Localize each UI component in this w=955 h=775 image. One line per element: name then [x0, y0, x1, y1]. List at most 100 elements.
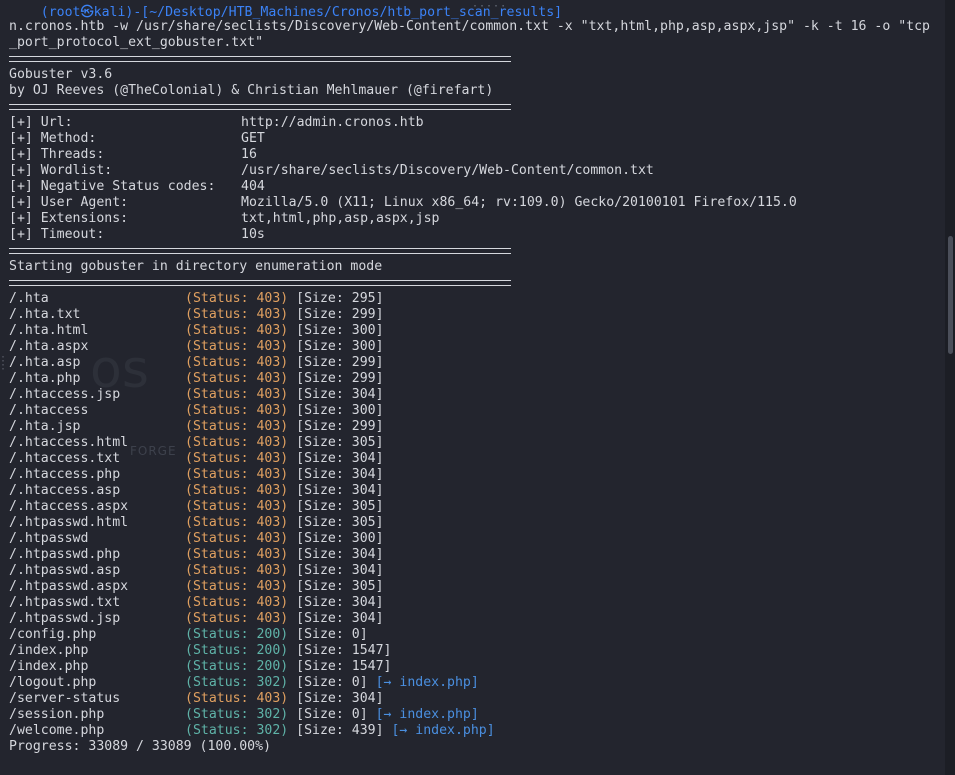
result-size: [Size: 305]: [296, 435, 384, 450]
result-row: /config.php (Status: 200) [Size: 0]: [9, 627, 368, 643]
config-row: [+] Method: GET: [9, 131, 265, 147]
result-row: /logout.php (Status: 302) [Size: 0] [→ in…: [9, 675, 479, 691]
drag-handle[interactable]: · · · ·: [0, 353, 6, 375]
result-row: /.htpasswd.txt (Status: 403) [Size: 304]: [9, 595, 384, 611]
result-size: [Size: 304]: [296, 691, 384, 706]
result-size: [Size: 299]: [296, 355, 384, 370]
result-size: [Size: 304]: [296, 563, 384, 578]
result-status: (Status: 302): [185, 675, 289, 690]
config-label: [+] Negative Status codes:: [9, 179, 216, 194]
result-row: /.htaccess (Status: 403) [Size: 300]: [9, 403, 384, 419]
result-size: [Size: 300]: [296, 323, 384, 338]
command-line-1: n.cronos.htb -w /usr/share/seclists/Disc…: [9, 19, 930, 34]
config-value: 10s: [241, 227, 265, 242]
result-size: [Size: 304]: [296, 483, 384, 498]
background-watermark: FORGE: [130, 444, 177, 458]
result-row: /.htpasswd.jsp (Status: 403) [Size: 304]: [9, 611, 384, 627]
result-status: (Status: 403): [185, 419, 289, 434]
config-value: 404: [241, 179, 265, 194]
config-value: http://admin.cronos.htb: [241, 115, 424, 130]
result-status: (Status: 403): [185, 499, 289, 514]
config-row: [+] Wordlist: /usr/share/seclists/Discove…: [9, 163, 654, 179]
config-label: [+] Url:: [9, 115, 73, 130]
result-row: /.hta.asp (Status: 403) [Size: 299]: [9, 355, 384, 371]
scrollbar-thumb[interactable]: [948, 236, 953, 354]
config-row: [+] Url: http://admin.cronos.htb: [9, 115, 424, 131]
result-row: /.htpasswd (Status: 403) [Size: 300]: [9, 531, 384, 547]
result-row: /welcome.php (Status: 302) [Size: 439] [→…: [9, 723, 495, 739]
result-status: (Status: 403): [185, 595, 289, 610]
result-row: /session.php (Status: 302) [Size: 0] [→ i…: [9, 707, 479, 723]
config-value: /usr/share/seclists/Discovery/Web-Conten…: [241, 163, 654, 178]
scrollbar[interactable]: [945, 0, 955, 775]
result-status: (Status: 403): [185, 307, 289, 322]
result-row: /.hta.txt (Status: 403) [Size: 299]: [9, 307, 384, 323]
result-path: /.hta: [9, 291, 49, 306]
terminal-output[interactable]: (root㉿kali)-[~/Desktop/HTB_Machines/Cron…: [0, 0, 945, 775]
result-row: /.hta.aspx (Status: 403) [Size: 300]: [9, 339, 384, 355]
config-value: GET: [241, 131, 265, 146]
result-status: (Status: 200): [185, 659, 289, 674]
config-row: [+] Timeout: 10s: [9, 227, 265, 243]
result-path: /index.php: [9, 659, 89, 674]
separator: [9, 248, 511, 254]
result-row: /.htpasswd.aspx (Status: 403) [Size: 305]: [9, 579, 384, 595]
result-status: (Status: 403): [185, 691, 289, 706]
result-path: /server-status: [9, 691, 121, 706]
result-row: /.htaccess.asp (Status: 403) [Size: 304]: [9, 483, 384, 499]
result-path: /.htpasswd: [9, 531, 89, 546]
result-redirect: [→ index.php]: [391, 723, 495, 738]
config-row: [+] Threads: 16: [9, 147, 257, 163]
result-row: /.hta.html (Status: 403) [Size: 300]: [9, 323, 384, 339]
result-status: (Status: 403): [185, 451, 289, 466]
result-path: /.hta.jsp: [9, 419, 81, 434]
result-path: /.htpasswd.txt: [9, 595, 121, 610]
result-path: /.hta.html: [9, 323, 89, 338]
result-path: /.htpasswd.asp: [9, 563, 121, 578]
result-path: /.htaccess.asp: [9, 483, 121, 498]
result-path: /.htaccess.aspx: [9, 499, 129, 514]
result-status: (Status: 302): [185, 723, 289, 738]
result-size: [Size: 0]: [296, 627, 368, 642]
result-row: /index.php (Status: 200) [Size: 1547]: [9, 659, 391, 675]
result-status: (Status: 403): [185, 387, 289, 402]
result-size: [Size: 304]: [296, 595, 384, 610]
result-row: /index.php (Status: 200) [Size: 1547]: [9, 643, 391, 659]
result-row: /.htaccess.html (Status: 403) [Size: 305]: [9, 435, 384, 451]
result-status: (Status: 403): [185, 435, 289, 450]
result-row: /.htaccess.jsp (Status: 403) [Size: 304]: [9, 387, 384, 403]
result-size: [Size: 295]: [296, 291, 384, 306]
result-row: /.htaccess.aspx (Status: 403) [Size: 305]: [9, 499, 384, 515]
config-row: [+] User Agent: Mozilla/5.0 (X11; Linux x…: [9, 195, 797, 211]
config-row: [+] Extensions: txt,html,php,asp,aspx,jsp: [9, 211, 440, 227]
result-row: /server-status (Status: 403) [Size: 304]: [9, 691, 384, 707]
result-size: [Size: 304]: [296, 547, 384, 562]
result-size: [Size: 299]: [296, 307, 384, 322]
result-row: /.hta.jsp (Status: 403) [Size: 299]: [9, 419, 384, 435]
result-size: [Size: 0]: [296, 675, 368, 690]
result-size: [Size: 1547]: [296, 659, 392, 674]
overflow-dots: ·····: [472, 1, 508, 12]
result-size: [Size: 300]: [296, 339, 384, 354]
result-status: (Status: 403): [185, 467, 289, 482]
result-status: (Status: 403): [185, 611, 289, 626]
result-row: /.hta (Status: 403) [Size: 295]: [9, 291, 384, 307]
result-row: /.hta.php (Status: 403) [Size: 299]: [9, 371, 384, 387]
config-label: [+] Extensions:: [9, 211, 129, 226]
result-status: (Status: 403): [185, 531, 289, 546]
config-label: [+] Threads:: [9, 147, 105, 162]
result-status: (Status: 403): [185, 563, 289, 578]
result-row: /.htaccess.php (Status: 403) [Size: 304]: [9, 467, 384, 483]
result-size: [Size: 300]: [296, 403, 384, 418]
result-status: (Status: 200): [185, 643, 289, 658]
result-status: (Status: 403): [185, 579, 289, 594]
result-path: /config.php: [9, 627, 97, 642]
result-size: [Size: 304]: [296, 611, 384, 626]
config-value: txt,html,php,asp,aspx,jsp: [241, 211, 440, 226]
result-status: (Status: 403): [185, 371, 289, 386]
banner-version: Gobuster v3.6: [9, 67, 113, 82]
result-path: /.htpasswd.php: [9, 547, 121, 562]
result-status: (Status: 403): [185, 515, 289, 530]
result-row: /.htpasswd.asp (Status: 403) [Size: 304]: [9, 563, 384, 579]
config-row: [+] Negative Status codes: 404: [9, 179, 265, 195]
